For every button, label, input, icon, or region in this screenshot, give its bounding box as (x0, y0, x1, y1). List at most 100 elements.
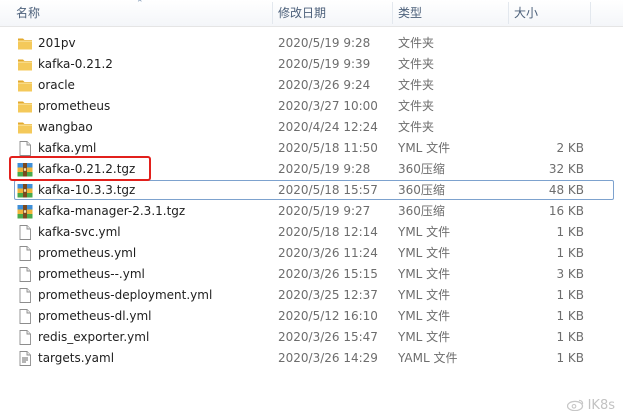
file-row[interactable]: kafka-0.21.2 2020/5/19 9:39 文件夹 (0, 54, 623, 75)
column-header-size[interactable]: 大小 (508, 0, 590, 26)
file-row[interactable]: kafka-svc.yml 2020/5/18 12:14 YML 文件 1 KB (0, 222, 623, 243)
weibo-icon (566, 399, 583, 411)
file-modified-date: 2020/3/26 15:15 (278, 267, 378, 281)
file-modified-date: 2020/3/25 12:37 (278, 288, 378, 302)
file-name: wangbao (38, 120, 93, 134)
file-type: 360压缩 (398, 183, 445, 197)
file-name: prometheus-deployment.yml (38, 288, 213, 302)
file-modified-date: 2020/5/18 15:57 (278, 183, 378, 197)
file-type: 360压缩 (398, 162, 445, 176)
file-size: 1 KB (556, 309, 584, 323)
file-type: YML 文件 (398, 330, 451, 344)
file-name: prometheus (38, 99, 111, 113)
file-size: 1 KB (556, 330, 584, 344)
file-type: 文件夹 (398, 78, 435, 92)
file-type: YAML 文件 (398, 351, 458, 365)
red-highlight-annotation (9, 156, 151, 181)
file-name: prometheus--.yml (38, 267, 145, 281)
column-header-type-label: 类型 (398, 6, 423, 20)
file-name: kafka-svc.yml (38, 225, 121, 239)
folder-icon (17, 78, 33, 93)
file-size: 1 KB (556, 351, 584, 365)
file-row[interactable]: prometheus 2020/3/27 10:00 文件夹 (0, 96, 623, 117)
column-header-date-label: 修改日期 (278, 6, 327, 20)
file-row[interactable]: kafka-manager-2.3.1.tgz 2020/5/19 9:27 360… (0, 201, 623, 222)
file-type: YML 文件 (398, 246, 451, 260)
file-name: kafka-manager-2.3.1.tgz (38, 204, 186, 218)
file-size: 48 KB (548, 183, 584, 197)
file-name: prometheus.yml (38, 246, 137, 260)
file-size: 1 KB (556, 225, 584, 239)
archive-icon (17, 204, 33, 219)
file-icon (17, 330, 33, 345)
file-modified-date: 2020/5/19 9:39 (278, 57, 371, 71)
file-modified-date: 2020/4/24 12:24 (278, 120, 378, 134)
file-type: YML 文件 (398, 267, 451, 281)
folder-icon (17, 120, 33, 135)
file-type: YML 文件 (398, 309, 451, 323)
file-modified-date: 2020/5/12 16:10 (278, 309, 378, 323)
file-name: redis_exporter.yml (38, 330, 150, 344)
archive-icon (17, 183, 33, 198)
file-modified-date: 2020/3/26 15:47 (278, 330, 378, 344)
watermark-text: IK8s (587, 398, 615, 413)
file-size: 1 KB (556, 288, 584, 302)
file-modified-date: 2020/3/26 9:24 (278, 78, 371, 92)
file-type: 360压缩 (398, 204, 445, 218)
file-name: kafka-0.21.2 (38, 57, 113, 71)
file-icon (17, 309, 33, 324)
file-type: 文件夹 (398, 120, 435, 134)
column-header-date[interactable]: 修改日期 (272, 0, 392, 26)
file-name: targets.yaml (38, 351, 115, 365)
file-row[interactable]: kafka-10.3.3.tgz 2020/5/18 15:57 360压缩 48 K… (0, 180, 623, 201)
file-type: YML 文件 (398, 141, 451, 155)
file-row[interactable]: targets.yaml 2020/3/26 14:29 YAML 文件 1 KB (0, 348, 623, 369)
sort-ascending-icon: ⌃ (136, 0, 144, 9)
column-header-bar: 名称 ⌃ 修改日期 类型 大小 (0, 0, 623, 27)
file-row[interactable]: oracle 2020/3/26 9:24 文件夹 (0, 75, 623, 96)
file-modified-date: 2020/5/18 11:50 (278, 141, 378, 155)
file-size: 2 KB (556, 141, 584, 155)
file-modified-date: 2020/5/18 12:14 (278, 225, 378, 239)
column-header-size-label: 大小 (514, 6, 539, 20)
file-size: 1 KB (556, 246, 584, 260)
folder-icon (17, 99, 33, 114)
file-modified-date: 2020/3/26 11:24 (278, 246, 378, 260)
file-row[interactable]: wangbao 2020/4/24 12:24 文件夹 (0, 117, 623, 138)
yaml-file-icon (17, 351, 33, 366)
file-icon (17, 267, 33, 282)
file-modified-date: 2020/3/26 14:29 (278, 351, 378, 365)
file-modified-date: 2020/5/19 9:27 (278, 204, 371, 218)
file-size: 16 KB (548, 204, 584, 218)
file-explorer-list: 名称 ⌃ 修改日期 类型 大小 201pv 2020/5/19 9:28 文件夹 ka… (0, 0, 623, 419)
file-type: YML 文件 (398, 225, 451, 239)
file-row[interactable]: prometheus--.yml 2020/3/26 15:15 YML 文件 3 K… (0, 264, 623, 285)
file-type: 文件夹 (398, 99, 435, 113)
file-row[interactable]: prometheus-dl.yml 2020/5/12 16:10 YML 文件 1 … (0, 306, 623, 327)
file-icon (17, 288, 33, 303)
file-modified-date: 2020/5/19 9:28 (278, 36, 371, 50)
file-size: 32 KB (548, 162, 584, 176)
file-row[interactable]: prometheus.yml 2020/3/26 11:24 YML 文件 1 KB (0, 243, 623, 264)
file-row[interactable]: redis_exporter.yml 2020/3/26 15:47 YML 文件 1… (0, 327, 623, 348)
column-header-type[interactable]: 类型 (392, 0, 508, 26)
file-name: oracle (38, 78, 75, 92)
file-name: 201pv (38, 36, 76, 50)
file-type: 文件夹 (398, 57, 435, 71)
column-header-name-label: 名称 (16, 6, 41, 20)
file-row[interactable]: 201pv 2020/5/19 9:28 文件夹 (0, 33, 623, 54)
file-name: kafka-10.3.3.tgz (38, 183, 136, 197)
file-type: YML 文件 (398, 288, 451, 302)
column-divider[interactable] (590, 2, 591, 24)
file-icon (17, 141, 33, 156)
folder-icon (17, 57, 33, 72)
file-modified-date: 2020/3/27 10:00 (278, 99, 378, 113)
file-size: 3 KB (556, 267, 584, 281)
file-modified-date: 2020/5/19 9:28 (278, 162, 371, 176)
folder-icon (17, 36, 33, 51)
file-name: prometheus-dl.yml (38, 309, 152, 323)
file-list: 201pv 2020/5/19 9:28 文件夹 kafka-0.21.2 2020/5… (0, 33, 623, 369)
watermark: IK8s (566, 398, 615, 413)
file-icon (17, 225, 33, 240)
file-row[interactable]: prometheus-deployment.yml 2020/3/25 12:37… (0, 285, 623, 306)
